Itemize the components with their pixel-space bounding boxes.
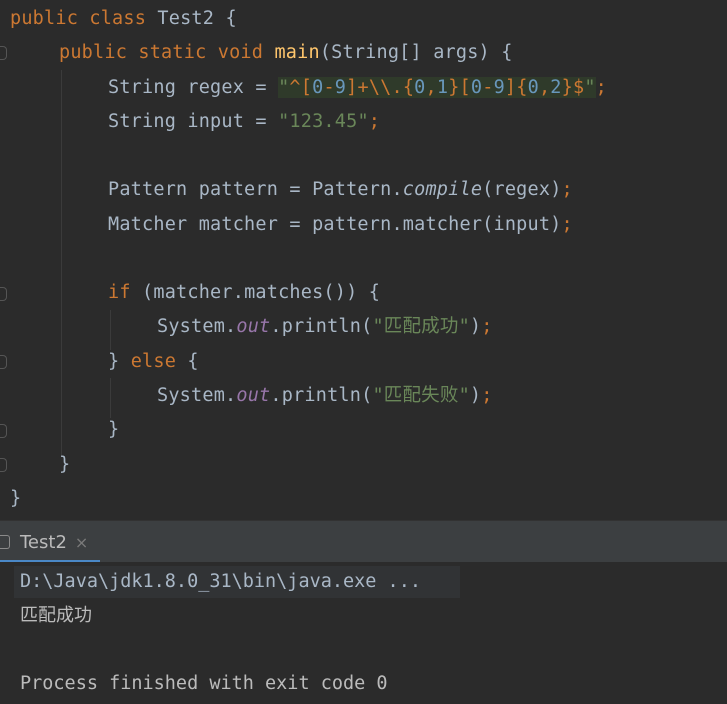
tab-label: Test2	[20, 531, 67, 553]
semicolon: ;	[481, 385, 493, 406]
regex-part: 2	[550, 77, 562, 98]
fold-marker-icon[interactable]	[0, 287, 7, 301]
keyword: else	[130, 351, 177, 372]
regex-part: 9	[493, 77, 505, 98]
regex-part: ^[	[289, 77, 313, 98]
code-text: }	[108, 419, 120, 440]
code-line-close-method: }	[59, 450, 70, 480]
string-literal: "匹配成功"	[372, 316, 470, 337]
class-name: Test2	[157, 8, 215, 29]
keyword: void	[217, 42, 264, 63]
run-config-icon	[0, 535, 10, 549]
semicolon: ;	[368, 111, 381, 132]
regex-part: 0	[312, 77, 324, 98]
code-text: }	[108, 351, 131, 372]
string-literal: "匹配失败"	[372, 385, 470, 406]
fold-marker-icon[interactable]	[0, 424, 7, 438]
console-exit-message: Process finished with exit code 0	[20, 673, 388, 694]
code-text: )	[469, 385, 482, 406]
fold-marker-icon[interactable]	[0, 458, 7, 472]
code-text: (matcher.matches()) {	[130, 282, 381, 303]
indent-guide	[61, 70, 62, 455]
code-text: (regex)	[482, 179, 562, 200]
keyword: class	[89, 8, 147, 29]
fold-marker-icon[interactable]	[0, 46, 7, 60]
code-line-close-class: }	[10, 484, 21, 514]
console-command-line[interactable]: D:\Java\jdk1.8.0_31\bin\java.exe ...	[20, 567, 421, 597]
code-line-matcher: Matcher matcher = pattern.matcher(input)…	[108, 210, 573, 240]
code-text: String input =	[108, 111, 279, 132]
static-field: out	[236, 385, 271, 406]
semicolon: ;	[561, 179, 573, 200]
code-text: String regex =	[108, 77, 279, 98]
code-line-2: public static void main(String[] args) {	[59, 38, 513, 68]
code-text: System.	[157, 316, 237, 337]
semicolon: ;	[595, 77, 608, 98]
code-line-close-else: }	[108, 415, 119, 445]
code-text: (String[] args) {	[319, 42, 513, 63]
regex-part: ,	[425, 77, 437, 98]
static-field: out	[236, 316, 271, 337]
regex-part: 0	[527, 77, 539, 98]
code-line-print-fail: System.out.println("匹配失败");	[157, 381, 493, 411]
string-literal: "123.45"	[278, 111, 369, 132]
keyword: static	[138, 42, 207, 63]
code-editor[interactable]: public class Test2 { public static void …	[0, 0, 727, 520]
code-text: Matcher matcher = pattern.matcher(input)	[108, 214, 562, 235]
regex-part: 0	[470, 77, 483, 98]
code-text: }	[59, 454, 71, 475]
run-console-output[interactable]: D:\Java\jdk1.8.0_31\bin\java.exe ... 匹配成…	[0, 562, 727, 704]
regex-part: -	[323, 77, 335, 98]
code-line-if: if (matcher.matches()) {	[108, 278, 380, 308]
regex-part: 9	[334, 77, 347, 98]
code-line-pattern: Pattern pattern = Pattern.compile(regex)…	[108, 175, 573, 205]
close-icon[interactable]: ×	[75, 533, 88, 552]
regex-part: -	[482, 77, 494, 98]
regex-literal: "^[0-9]+\\.{0,1}[0-9]{0,2}$"	[278, 77, 596, 98]
code-text: )	[469, 316, 482, 337]
keyword: public	[10, 8, 79, 29]
method-name: main	[274, 42, 320, 63]
regex-part: 0	[414, 77, 426, 98]
run-tab-test2[interactable]: Test2 ×	[0, 521, 100, 563]
indent-guide	[110, 378, 111, 418]
quote: "	[278, 77, 290, 98]
quote: "	[584, 77, 596, 98]
code-text: Pattern pattern = Pattern.	[108, 179, 403, 200]
semicolon: ;	[561, 214, 573, 235]
regex-part: }[	[448, 77, 471, 98]
run-tool-window-tabbar: Test2 ×	[0, 520, 727, 563]
keyword: public	[59, 42, 128, 63]
punctuation: {	[214, 8, 237, 29]
regex-part: ]+\\.{	[346, 77, 415, 98]
regex-part: ]{	[504, 77, 528, 98]
regex-part: }$	[561, 77, 585, 98]
fold-marker-icon[interactable]	[0, 355, 7, 369]
code-text: }	[10, 488, 22, 509]
code-text: System.	[157, 385, 237, 406]
code-line-regex: String regex = "^[0-9]+\\.{0,1}[0-9]{0,2…	[108, 73, 607, 103]
static-method: compile	[402, 179, 483, 200]
code-line-print-success: System.out.println("匹配成功");	[157, 312, 493, 342]
code-text: .println(	[270, 385, 373, 406]
keyword: if	[108, 282, 131, 303]
regex-part: 1	[436, 77, 449, 98]
indent-guide	[110, 310, 111, 350]
regex-part: ,	[538, 77, 551, 98]
code-line-1: public class Test2 {	[10, 4, 237, 34]
semicolon: ;	[481, 316, 493, 337]
code-text: .println(	[270, 316, 373, 337]
code-text: {	[176, 351, 199, 372]
code-line-input: String input = "123.45";	[108, 107, 380, 137]
code-line-else: } else {	[108, 347, 199, 377]
console-output-line: 匹配成功	[20, 605, 92, 626]
